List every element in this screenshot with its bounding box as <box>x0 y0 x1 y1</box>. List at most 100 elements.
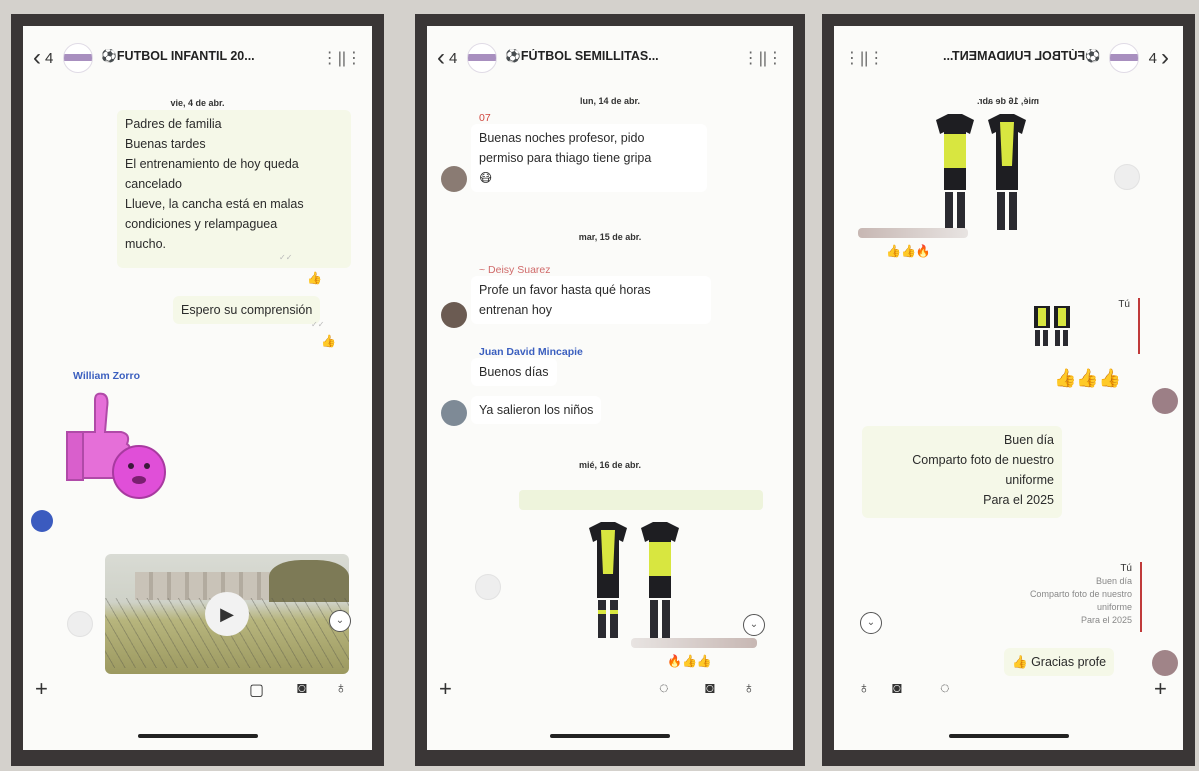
group-avatar[interactable] <box>1108 43 1139 73</box>
thumbs-up-sticker[interactable] <box>61 392 169 504</box>
microphone-icon[interactable]: ♁ <box>335 680 347 698</box>
message-bubble[interactable]: Buenas noches profesor, pido permiso par… <box>471 124 707 192</box>
image-footer <box>858 228 968 238</box>
message-line: Llueve, la cancha está en malas <box>125 197 304 211</box>
scroll-down-icon[interactable]: ⌄ <box>329 610 351 632</box>
audio-wave-icon[interactable]: ⋮||⋮ <box>844 48 884 68</box>
sender-avatar[interactable] <box>441 400 467 426</box>
scroll-down-icon[interactable]: ⌄ <box>743 614 765 636</box>
input-bar: + ◌ ◙ ♁ <box>427 672 793 750</box>
sender-avatar[interactable] <box>31 510 53 532</box>
home-indicator <box>550 734 670 738</box>
reply-author: Tú <box>1120 563 1132 574</box>
unread-count: 4 <box>1148 49 1157 67</box>
message-bubble[interactable]: Buenos días <box>471 358 557 386</box>
date-separator: vie, 4 de abr. <box>170 98 225 108</box>
reaction-badge[interactable]: 🔥👍👍 <box>667 654 712 668</box>
message-line: Buen día <box>1003 433 1054 447</box>
group-info[interactable]: ⚽FÚTBOL SEMILLITAS... <box>505 49 736 67</box>
sender-avatar[interactable] <box>441 302 467 328</box>
chat-header: ‹ 4 ⚽FÚTBOL SEMILLITAS... ⋮||⋮ <box>427 26 793 90</box>
microphone-icon[interactable]: ♁ <box>858 680 870 698</box>
group-title: ⚽FÚTBOL FUNDAMENT... <box>942 49 1101 63</box>
chat-screen-1: ‹ 4 ⚽FUTBOL INFANTIL 20... ⋮||⋮ vie, 4 d… <box>23 26 372 750</box>
audio-wave-icon[interactable]: ⋮||⋮ <box>322 48 362 68</box>
read-receipt-icon: ✓✓ <box>279 253 293 262</box>
group-avatar[interactable] <box>467 43 498 73</box>
reaction-badge[interactable]: 👍👍👍 <box>1054 368 1121 389</box>
message-line: Para el 2025 <box>983 493 1054 507</box>
message-emoji: 😷 <box>479 171 493 185</box>
camera-icon[interactable]: ◙ <box>297 680 307 698</box>
read-receipt-icon: ✓✓ <box>311 320 325 329</box>
sender-avatar[interactable] <box>1152 388 1178 414</box>
reply-line: Comparto foto de nuestro uniforme <box>1029 589 1132 612</box>
date-separator: mié, 16 de abr. <box>578 460 642 470</box>
sticker-icon[interactable]: ◌ <box>940 680 950 698</box>
reaction-badge[interactable]: 👍 <box>321 334 336 348</box>
sender-name: William Zorro <box>73 370 140 382</box>
plus-icon[interactable]: + <box>35 676 48 702</box>
sender-avatar[interactable] <box>67 611 93 637</box>
reaction-badge[interactable]: 👍👍🔥 <box>886 244 931 258</box>
message-bubble[interactable]: Profe un favor hasta qué horas entrenan … <box>471 276 711 324</box>
sticker-icon[interactable]: ◌ <box>659 680 669 698</box>
message-text: Ya salieron los niños <box>479 403 594 417</box>
phone-screenshot-2: ‹ 4 ⚽FÚTBOL SEMILLITAS... ⋮||⋮ lun, 14 d… <box>415 14 805 766</box>
audio-wave-icon[interactable]: ⋮||⋮ <box>743 48 783 68</box>
sender-avatar[interactable] <box>1114 164 1140 190</box>
message-bubble[interactable]: Buen día Comparto foto de nuestro unifor… <box>862 426 1062 518</box>
sender-name: 07 <box>479 112 491 124</box>
date-separator: lun, 14 de abr. <box>579 96 641 106</box>
chat-header: ‹ 4 ⚽FUTBOL INFANTIL 20... ⋮||⋮ <box>23 26 372 90</box>
scroll-down-icon[interactable]: ⌄ <box>860 612 882 634</box>
group-info[interactable]: ⚽FUTBOL INFANTIL 20... <box>101 49 315 67</box>
message-text: Gracias profe <box>1031 655 1107 669</box>
video-message[interactable]: ▶ <box>105 554 349 674</box>
back-button[interactable]: ‹ 4 <box>33 46 53 70</box>
sender-name: ~ Deisy Suarez <box>479 264 551 276</box>
message-line: uniforme <box>1005 473 1054 487</box>
plus-icon[interactable]: + <box>439 676 452 702</box>
message-line: Buenas tardes <box>125 137 206 151</box>
reply-line: Para el 2025 <box>1080 615 1132 625</box>
group-title: ⚽FÚTBOL SEMILLITAS... <box>505 49 659 63</box>
chevron-left-icon: ‹ <box>33 44 41 71</box>
phone-screenshot-1: ‹ 4 ⚽FUTBOL INFANTIL 20... ⋮||⋮ vie, 4 d… <box>11 14 384 766</box>
sender-avatar[interactable] <box>475 574 501 600</box>
message-bubble[interactable]: Espero su comprensión <box>173 296 321 324</box>
uniform-image[interactable] <box>583 518 683 648</box>
input-bar: ♁ ◙ ◌ + <box>834 672 1183 750</box>
sticker-icon[interactable]: ▢ <box>249 680 264 700</box>
chevron-right-icon: › <box>1161 44 1169 71</box>
quoted-reply-bar[interactable] <box>519 490 763 510</box>
play-icon[interactable]: ▶ <box>205 592 249 636</box>
microphone-icon[interactable]: ♁ <box>743 680 755 698</box>
date-separator: mar, 15 de abr. <box>578 232 642 242</box>
sender-avatar[interactable] <box>441 166 467 192</box>
reaction-badge[interactable]: 👍 <box>307 271 322 285</box>
phone-screenshot-3: 4 › ⚽FÚTBOL FUNDAMENT... ⋮||⋮ mié, 16 de… <box>822 14 1195 766</box>
group-info[interactable]: ⚽FÚTBOL FUNDAMENT... <box>890 49 1101 67</box>
message-bubble[interactable]: Ya salieron los niños <box>471 396 602 424</box>
uniform-thumbnail[interactable] <box>1032 302 1076 348</box>
back-button[interactable]: 4 › <box>1149 46 1173 70</box>
sender-name: Juan David Mincapie <box>479 346 583 358</box>
message-bubble[interactable]: Padres de familia Buenas tardes El entre… <box>117 110 351 268</box>
message-text: Buenos días <box>479 365 549 379</box>
quoted-reply[interactable]: Tú Buen día Comparto foto de nuestro uni… <box>1020 562 1142 632</box>
chat-header: 4 › ⚽FÚTBOL FUNDAMENT... ⋮||⋮ <box>834 26 1183 90</box>
message-line: permiso para thiago tiene gripa <box>479 151 652 165</box>
camera-icon[interactable]: ◙ <box>892 680 902 698</box>
unread-count: 4 <box>449 49 458 67</box>
message-emoji: 👍 <box>1012 655 1028 669</box>
back-button[interactable]: ‹ 4 <box>437 46 457 70</box>
group-avatar[interactable] <box>63 43 94 73</box>
image-footer <box>631 638 757 648</box>
plus-icon[interactable]: + <box>1154 676 1167 702</box>
message-line: Padres de familia <box>125 117 222 131</box>
message-text: Espero su comprensión <box>181 303 313 317</box>
group-title: ⚽FUTBOL INFANTIL 20... <box>101 49 255 63</box>
uniform-image[interactable] <box>930 110 1030 240</box>
camera-icon[interactable]: ◙ <box>705 680 715 698</box>
